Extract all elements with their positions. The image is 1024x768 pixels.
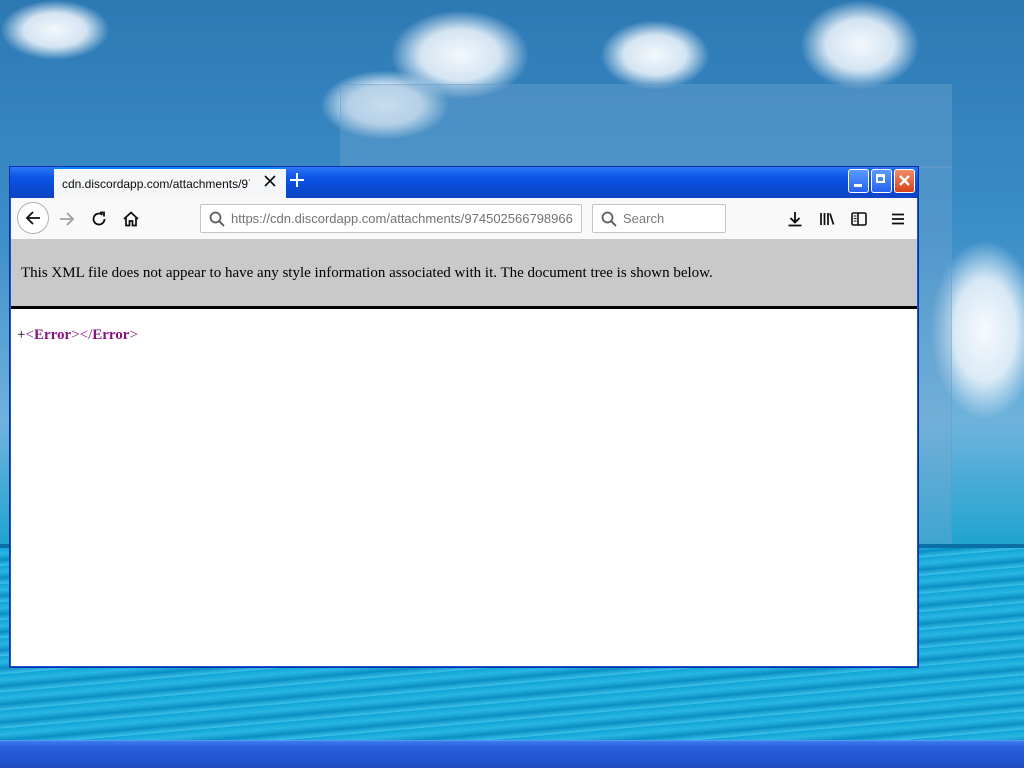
- home-button[interactable]: [117, 205, 145, 233]
- forward-button[interactable]: [53, 205, 81, 233]
- library-icon: [820, 213, 835, 225]
- search-bar[interactable]: Search: [592, 204, 726, 233]
- cloud: [0, 0, 110, 60]
- minimize-button[interactable]: [848, 169, 869, 193]
- reload-button[interactable]: [85, 205, 113, 233]
- downloads-button[interactable]: [781, 205, 809, 233]
- sidebar-button[interactable]: [845, 205, 873, 233]
- sidebar-icon: [851, 212, 867, 226]
- maximize-icon: [876, 174, 885, 183]
- ghost-window-artifact: [340, 84, 952, 168]
- plus-icon: [290, 173, 304, 187]
- arrow-left-icon: [25, 211, 40, 225]
- minimize-icon: [854, 184, 862, 187]
- browser-tab[interactable]: cdn.discordapp.com/attachments/9745: [54, 167, 286, 198]
- cloud: [800, 0, 920, 90]
- xml-close-tag-name: Error: [92, 327, 130, 343]
- reload-icon: [92, 211, 106, 226]
- menu-button[interactable]: [884, 205, 912, 233]
- title-bar[interactable]: cdn.discordapp.com/attachments/9745: [10, 167, 918, 198]
- xml-tag-name: Error: [33, 327, 72, 343]
- browser-window: cdn.discordapp.com/attachments/9745 http…: [9, 166, 919, 668]
- cloud: [600, 20, 710, 90]
- url-bar[interactable]: https://cdn.discordapp.com/attachments/9…: [200, 204, 582, 233]
- xml-tree-line: +<Error></Error>: [17, 327, 138, 344]
- close-button[interactable]: [894, 169, 915, 193]
- xml-info-message: This XML file does not appear to have an…: [21, 265, 713, 281]
- arrow-right-icon: [60, 212, 75, 226]
- maximize-button[interactable]: [871, 169, 892, 193]
- taskbar[interactable]: [0, 740, 1024, 768]
- download-icon: [788, 212, 802, 227]
- xml-info-banner: This XML file does not appear to have an…: [11, 239, 917, 309]
- tab-close-icon[interactable]: [262, 175, 278, 191]
- xml-close-open-bracket: ></: [71, 327, 93, 343]
- page-content: +<Error></Error>: [11, 309, 917, 666]
- tab-title: cdn.discordapp.com/attachments/9745: [62, 177, 250, 191]
- new-tab-button[interactable]: [286, 171, 308, 193]
- back-button[interactable]: [17, 202, 49, 234]
- library-button[interactable]: [813, 205, 841, 233]
- xml-end-bracket: >: [129, 327, 138, 343]
- xml-open-bracket: <: [25, 327, 34, 343]
- home-icon: [123, 211, 139, 227]
- menu-icon: [892, 213, 904, 225]
- url-text: https://cdn.discordapp.com/attachments/9…: [231, 211, 573, 226]
- navigation-toolbar: https://cdn.discordapp.com/attachments/9…: [11, 198, 917, 240]
- search-placeholder: Search: [623, 211, 665, 226]
- close-icon: [899, 175, 910, 186]
- search-icon: [601, 211, 617, 227]
- search-icon: [209, 211, 225, 227]
